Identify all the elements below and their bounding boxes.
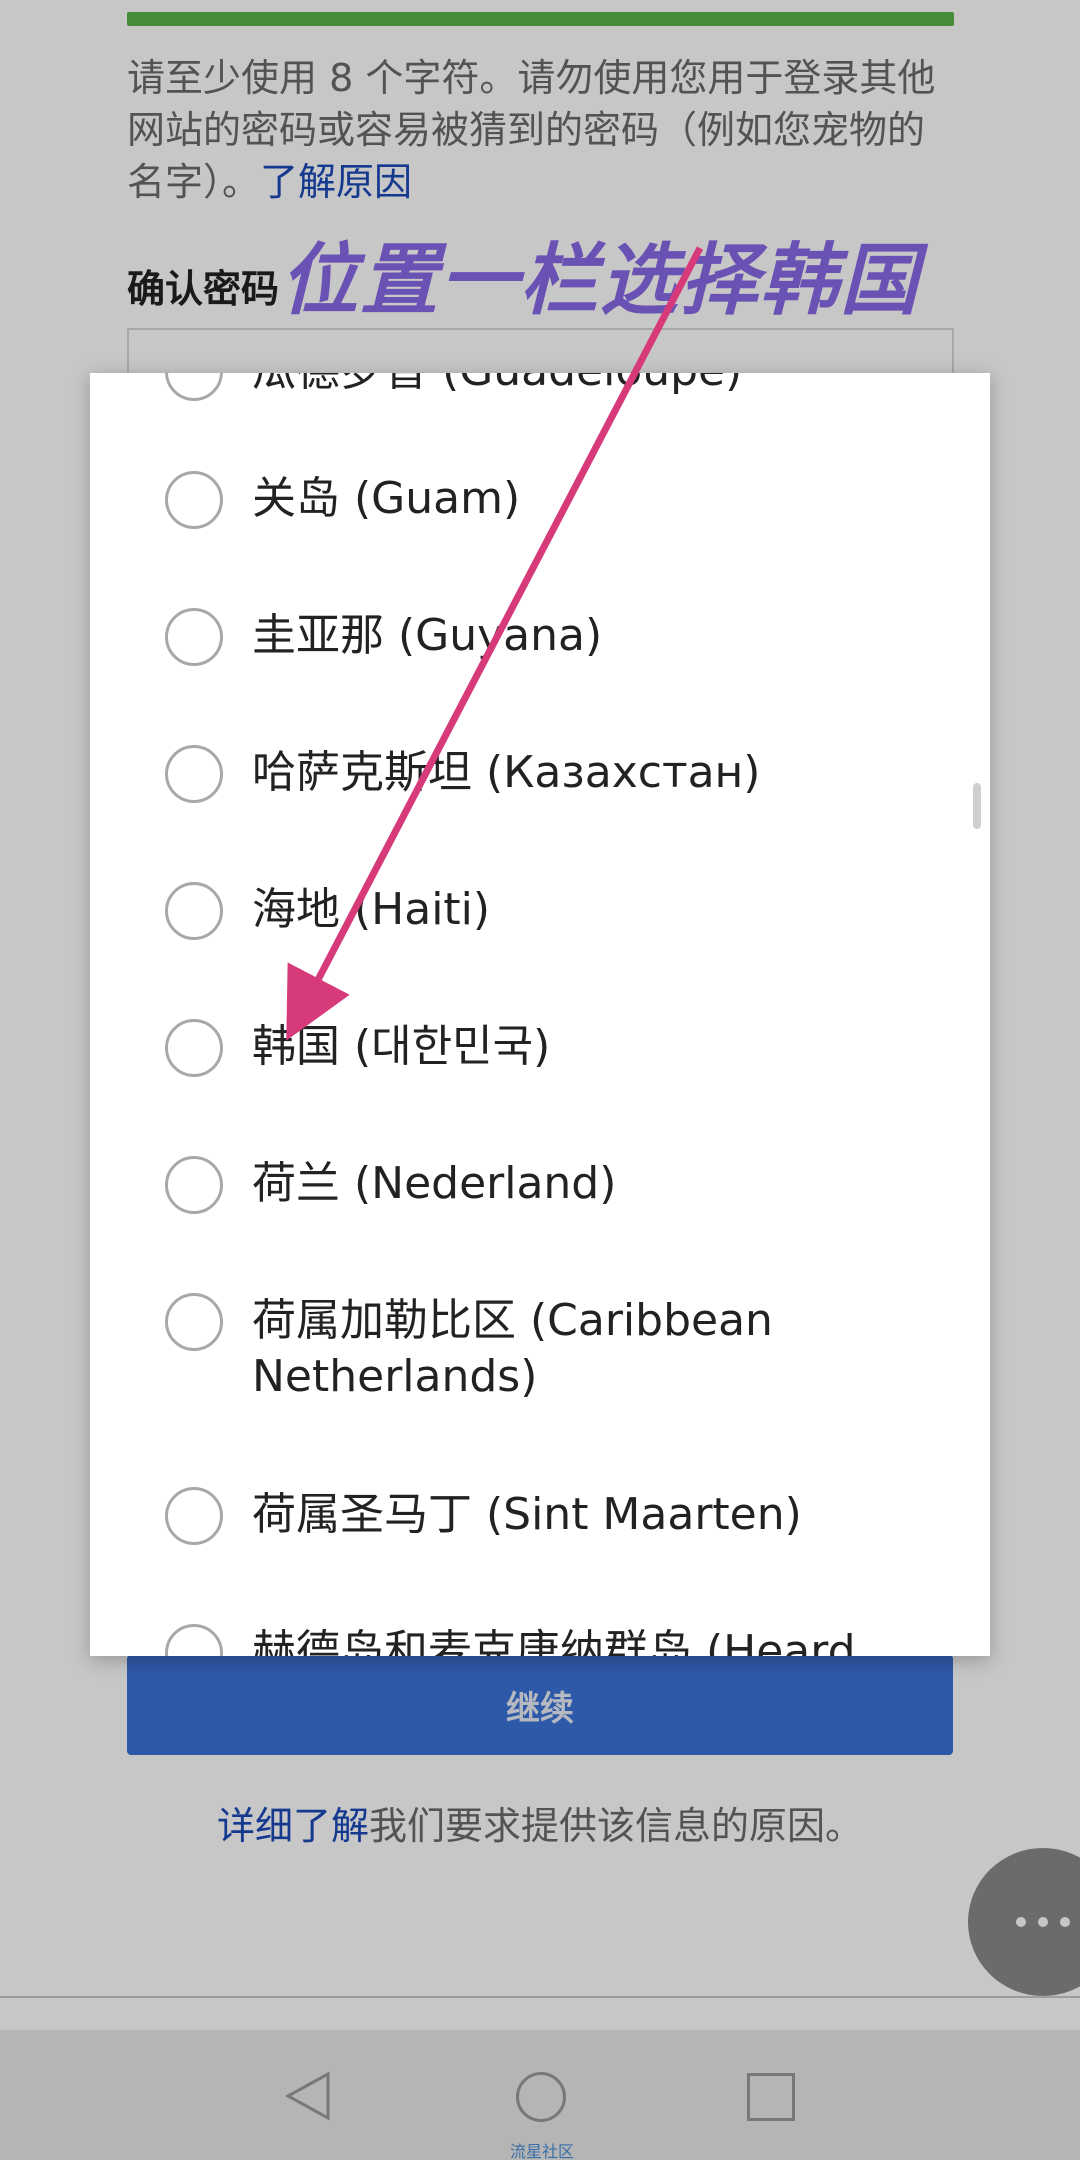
country-option-label: 韩国 (대한민국) [252, 1021, 551, 1072]
radio-button[interactable] [165, 882, 223, 940]
annotation-text: 位置一栏选择韩国 [280, 236, 921, 326]
country-option-label: 荷属圣马丁 (Sint Maarten) [252, 1489, 802, 1540]
radio-button[interactable] [165, 608, 223, 666]
country-option-label: 荷属加勒比区 (Caribbean Netherlands) [252, 1295, 773, 1402]
radio-button[interactable] [165, 1156, 223, 1214]
country-option-label: 哈萨克斯坦 (Казахстан) [252, 747, 761, 798]
country-option-label: 荷兰 (Nederland) [252, 1158, 617, 1209]
country-option-label: 瓜德罗普 (Guadeloupe) [252, 373, 932, 399]
radio-button[interactable] [165, 373, 223, 401]
radio-button[interactable] [165, 745, 223, 803]
location-picker-dialog: 瓜德罗普 (Guadeloupe) 关岛 (Guam) 圭亚那 (Guyana)… [90, 373, 990, 1656]
radio-button[interactable] [165, 1624, 223, 1656]
country-option-label: 关岛 (Guam) [252, 473, 521, 524]
radio-button[interactable] [165, 1487, 223, 1545]
radio-button[interactable] [165, 1019, 223, 1077]
country-option-label: 海地 (Haiti) [252, 884, 491, 935]
radio-button[interactable] [165, 471, 223, 529]
scrollbar[interactable] [973, 783, 981, 829]
country-option-label: 圭亚那 (Guyana) [252, 610, 603, 661]
radio-button[interactable] [165, 1293, 223, 1351]
country-option-label: 赫德岛和麦克唐纳群岛 (Heard [252, 1626, 856, 1656]
